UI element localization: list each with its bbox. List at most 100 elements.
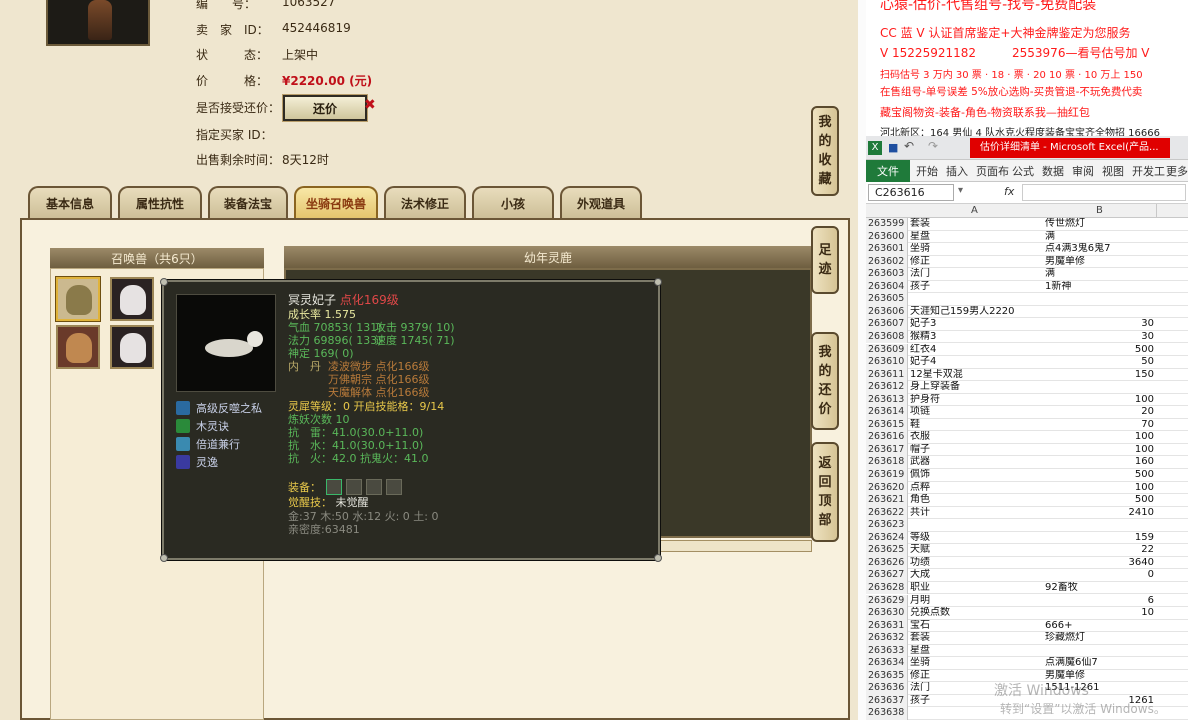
cell-a[interactable]: 功绩 [910,557,1044,570]
row-number[interactable]: 263612 [866,381,908,394]
close-icon[interactable]: ✖ [364,97,376,113]
chevron-down-icon[interactable]: ▾ [958,185,963,196]
ribbon-tab[interactable]: 插入 [946,163,968,179]
tab-item[interactable]: 坐骑召唤兽 [294,186,378,218]
cell-b[interactable]: 100 [1045,444,1154,457]
tab-item[interactable]: 属性抗性 [118,186,202,218]
row-number[interactable]: 263621 [866,494,908,507]
cell-b[interactable]: 30 [1045,318,1154,331]
skill-item[interactable]: 木灵诀 [176,418,229,434]
cell-a[interactable]: 套装 [910,632,1044,645]
pet-slot-1[interactable] [56,277,100,321]
cell-a[interactable]: 套装 [910,218,1044,231]
cell-b[interactable]: 1新神 [1045,281,1155,294]
table-row[interactable]: 263630 兑换点数 10 [866,607,1188,620]
table-row[interactable]: 263625 天赋 22 [866,544,1188,557]
equip-slot[interactable] [366,479,382,495]
cell-b[interactable]: 30 [1045,331,1154,344]
tab-item[interactable]: 装备法宝 [208,186,288,218]
skill-item[interactable]: 倍道兼行 [176,436,240,452]
cell-a[interactable]: 星盘 [910,231,1044,244]
cell-a[interactable]: 孩子 [910,281,1044,294]
table-row[interactable]: 263626 功绩 3640 [866,556,1188,570]
cell-a[interactable]: 佩饰 [910,469,1044,482]
cell-b[interactable]: 70 [1045,419,1154,432]
cell-a[interactable]: 星盘 [910,645,1044,658]
haggle-button[interactable]: 还价 [282,94,368,122]
cell-a[interactable]: 等级 [910,532,1044,545]
table-row[interactable]: 263623 [866,519,1188,532]
cell-a[interactable]: 月明 [910,595,1044,608]
equip-slot[interactable] [326,479,342,495]
table-row[interactable]: 263618 武器 160 [866,456,1188,469]
row-number[interactable]: 263636 [866,682,908,695]
cell-b[interactable]: 0 [1045,569,1154,582]
table-row[interactable]: 263628 职业 92畜牧 [866,581,1188,595]
undo-icon[interactable]: ↶ [904,139,914,153]
cell-b[interactable]: 500 [1045,469,1154,482]
row-number[interactable]: 263630 [866,607,908,620]
tab-item[interactable]: 法术修正 [384,186,466,218]
row-number[interactable]: 263609 [866,343,908,357]
cell-a[interactable]: 宝石 [910,620,1044,633]
equip-slot[interactable] [346,479,362,495]
ribbon-tab[interactable]: 审阅 [1072,163,1094,179]
skill-item[interactable]: 高级反噬之私 [176,400,262,416]
cell-a[interactable]: 护身符 [910,394,1044,407]
table-row[interactable]: 263601 坐骑 点4满3鬼6鬼7 [866,243,1188,256]
cell-a[interactable]: 角色 [910,494,1044,507]
row-number[interactable]: 263615 [866,418,908,432]
cell-a[interactable]: 衣服 [910,431,1044,444]
cell-a[interactable]: 职业 [910,582,1044,595]
table-row[interactable]: 263606 天涯知己159男人2220 [866,305,1188,319]
cell-a[interactable]: 兑换点数 [910,607,1044,620]
table-row[interactable]: 263604 孩子 1新神 [866,280,1188,294]
table-row[interactable]: 263611 12星卡双混 150 [866,368,1188,382]
row-number[interactable]: 263610 [866,356,908,369]
table-row[interactable]: 263634 坐骑 点满魔6仙7 [866,657,1188,670]
column-b-header[interactable]: B [1096,205,1103,216]
row-number[interactable]: 263603 [866,268,908,281]
tab-item[interactable]: 基本信息 [28,186,112,218]
cell-b[interactable]: 满 [1045,231,1155,244]
row-number[interactable]: 263614 [866,406,908,419]
table-row[interactable]: 263633 星盘 [866,644,1188,658]
table-row[interactable]: 263609 红衣4 500 [866,343,1188,357]
cell-b[interactable]: 点4满3鬼6鬼7 [1045,243,1155,256]
row-number[interactable]: 263611 [866,368,908,382]
row-number[interactable]: 263627 [866,569,908,582]
column-a-header[interactable]: A [971,205,978,216]
table-row[interactable]: 263627 大成 0 [866,569,1188,582]
cell-b[interactable]: 500 [1045,344,1154,357]
row-number[interactable]: 263613 [866,393,908,407]
cell-b[interactable]: 22 [1045,544,1154,557]
my-favorites-button[interactable]: 我的收藏 [811,106,839,196]
row-number[interactable]: 263605 [866,293,908,306]
row-number[interactable]: 263608 [866,330,908,344]
cell-a[interactable]: 武器 [910,456,1044,469]
row-number[interactable]: 263616 [866,431,908,444]
back-to-top-button[interactable]: 返回顶部 [811,442,839,542]
cell-a[interactable]: 猴精3 [910,331,1044,344]
cell-b[interactable]: 点满魔6仙7 [1045,657,1155,670]
cell-a[interactable]: 坐骑 [910,243,1044,256]
row-number[interactable]: 263626 [866,556,908,570]
cell-a[interactable]: 大成 [910,569,1044,582]
cell-a[interactable]: 天赋 [910,544,1044,557]
cell-b[interactable]: 3640 [1045,557,1154,570]
pet-slot-2[interactable] [110,277,154,321]
row-number[interactable]: 263599 [866,218,908,231]
table-row[interactable]: 263615 鞋 70 [866,418,1188,432]
table-row[interactable]: 263613 护身符 100 [866,393,1188,407]
cell-a[interactable]: 鞋 [910,419,1044,432]
cell-b[interactable]: 100 [1045,431,1154,444]
table-row[interactable]: 263607 妃子3 30 [866,318,1188,331]
cell-b[interactable]: 160 [1045,456,1154,469]
cell-a[interactable]: 天涯知己159男人2220 [910,306,1044,319]
table-row[interactable]: 263621 角色 500 [866,494,1188,507]
cell-b[interactable]: 100 [1045,482,1154,495]
cell-b[interactable]: 珍藏燃灯 [1045,632,1155,645]
sheet-grid[interactable]: 263599 套装 传世燃灯 263600 星盘满 263601 坐骑 点4满3鬼6鬼7 263… [866,218,1188,720]
table-row[interactable]: 263622 共计 2410 [866,506,1188,520]
row-number[interactable]: 263628 [866,581,908,595]
